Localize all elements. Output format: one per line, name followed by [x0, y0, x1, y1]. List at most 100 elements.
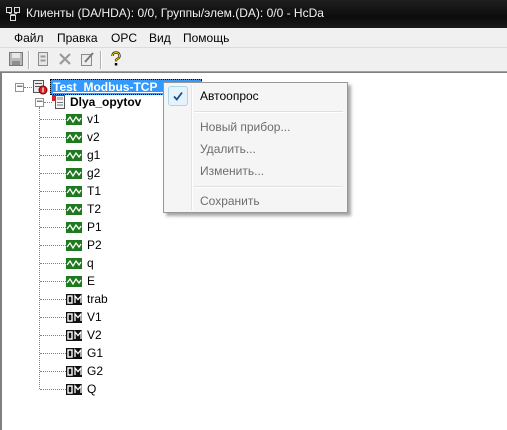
menu-help[interactable]: Помощь: [183, 31, 229, 45]
delete-button[interactable]: [55, 50, 75, 70]
tree-connector: [40, 191, 66, 192]
analog-tag-icon: [66, 131, 82, 143]
analog-tag-icon: [66, 113, 82, 125]
tree-connector: [40, 335, 66, 336]
menu-view[interactable]: Вид: [149, 31, 171, 45]
app-icon: [6, 7, 20, 21]
root-expander[interactable]: −: [15, 83, 24, 92]
save-icon: [8, 51, 24, 70]
menu-item-new-device[interactable]: Новый прибор...: [166, 116, 345, 138]
tag-label: q: [87, 256, 94, 270]
discrete-tag-icon: [66, 347, 82, 359]
tree-connector: [40, 389, 66, 390]
menu-item-label: Новый прибор...: [200, 120, 291, 134]
delete-icon: [57, 51, 73, 70]
tree-connector: [40, 137, 66, 138]
menu-edit[interactable]: Правка: [57, 31, 98, 45]
tree-connector: [24, 87, 32, 88]
toolbar-separator: [100, 51, 102, 69]
tree-connector: [40, 155, 66, 156]
tree-connector: [39, 107, 40, 389]
tag-label: T2: [87, 202, 102, 216]
menu-item-label: Удалить...: [200, 142, 256, 156]
tree-node-tag[interactable]: G1: [66, 344, 103, 362]
tree-connector: [40, 173, 66, 174]
tree-node-tag[interactable]: P2: [66, 236, 102, 254]
tree-node-tag[interactable]: V2: [66, 326, 102, 344]
toolbar-separator: [28, 51, 30, 69]
menu-item-delete[interactable]: Удалить...: [166, 138, 345, 160]
tag-label: v1: [87, 112, 100, 126]
analog-tag-icon: [66, 167, 82, 179]
tree-connector: [40, 209, 66, 210]
help-icon: [108, 50, 124, 70]
edit-button[interactable]: [77, 50, 97, 70]
tag-label: P1: [87, 220, 102, 234]
discrete-tag-icon: [66, 329, 82, 341]
analog-tag-icon: [66, 203, 82, 215]
tree-connector: [40, 353, 66, 354]
tree-connector: [44, 102, 52, 103]
menu-file[interactable]: Файл: [14, 31, 44, 45]
toolbar: [0, 48, 507, 72]
checkmark-icon: [168, 86, 188, 106]
menu-item-label: Изменить...: [200, 164, 265, 178]
document-icon: [35, 51, 51, 70]
menu-opc[interactable]: OPC: [111, 31, 137, 45]
tree-node-tag[interactable]: T2: [66, 200, 101, 218]
tree-node-device[interactable]: Dlya_opytov: [52, 93, 141, 111]
tree-node-tag[interactable]: q: [66, 254, 94, 272]
tree-node-tag[interactable]: g2: [66, 164, 100, 182]
tag-label: trab: [87, 292, 108, 306]
tree-node-tag[interactable]: P1: [66, 218, 102, 236]
menu-item-label: Сохранить: [200, 194, 260, 208]
device-label: Dlya_opytov: [70, 95, 142, 109]
analog-tag-icon: [66, 221, 82, 233]
tree-node-tag[interactable]: T1: [66, 182, 101, 200]
tree-connector: [40, 281, 66, 282]
title-bar: Клиенты (DA/HDA): 0/0, Группы/элем.(DA):…: [0, 0, 507, 28]
tree-node-tag[interactable]: v1: [66, 110, 100, 128]
tree-connector: [40, 299, 66, 300]
tree-node-tag[interactable]: g1: [66, 146, 100, 164]
device-expander[interactable]: −: [35, 98, 44, 107]
tree-node-tag[interactable]: G2: [66, 362, 103, 380]
save-button[interactable]: [6, 50, 26, 70]
server-icon: [32, 79, 48, 95]
tree-node-tag[interactable]: v2: [66, 128, 100, 146]
discrete-tag-icon: [66, 311, 82, 323]
tree-node-tag[interactable]: V1: [66, 308, 102, 326]
device-icon: [52, 94, 68, 110]
tag-label: G1: [87, 346, 104, 360]
analog-tag-icon: [66, 239, 82, 251]
discrete-tag-icon: [66, 365, 82, 377]
tree-connector: [40, 119, 66, 120]
help-button[interactable]: [106, 50, 126, 70]
context-menu: Автоопрос Новый прибор... Удалить... Изм…: [163, 82, 348, 213]
tag-label: v2: [87, 130, 100, 144]
analog-tag-icon: [66, 257, 82, 269]
analog-tag-icon: [66, 275, 82, 287]
discrete-tag-icon: [66, 293, 82, 305]
menu-bar: Файл Правка OPC Вид Помощь: [0, 28, 507, 48]
tag-label: V2: [87, 328, 102, 342]
tag-label: P2: [87, 238, 102, 252]
edit-icon: [79, 51, 95, 70]
tag-label: E: [87, 274, 96, 288]
menu-item-autopoll[interactable]: Автоопрос: [166, 85, 345, 107]
analog-tag-icon: [66, 149, 82, 161]
tag-label: G2: [87, 364, 104, 378]
tree-node-tag[interactable]: Q: [66, 380, 96, 398]
context-menu-separator: [194, 111, 343, 113]
menu-item-save[interactable]: Сохранить: [166, 190, 345, 212]
tree-connector: [40, 263, 66, 264]
tag-label: T1: [87, 184, 102, 198]
tree-connector: [40, 245, 66, 246]
analog-tag-icon: [66, 185, 82, 197]
tree-connector: [40, 227, 66, 228]
menu-item-edit[interactable]: Изменить...: [166, 160, 345, 182]
tree-node-tag[interactable]: E: [66, 272, 95, 290]
tree-connector: [40, 317, 66, 318]
tree-node-tag[interactable]: trab: [66, 290, 108, 308]
new-button[interactable]: [33, 50, 53, 70]
